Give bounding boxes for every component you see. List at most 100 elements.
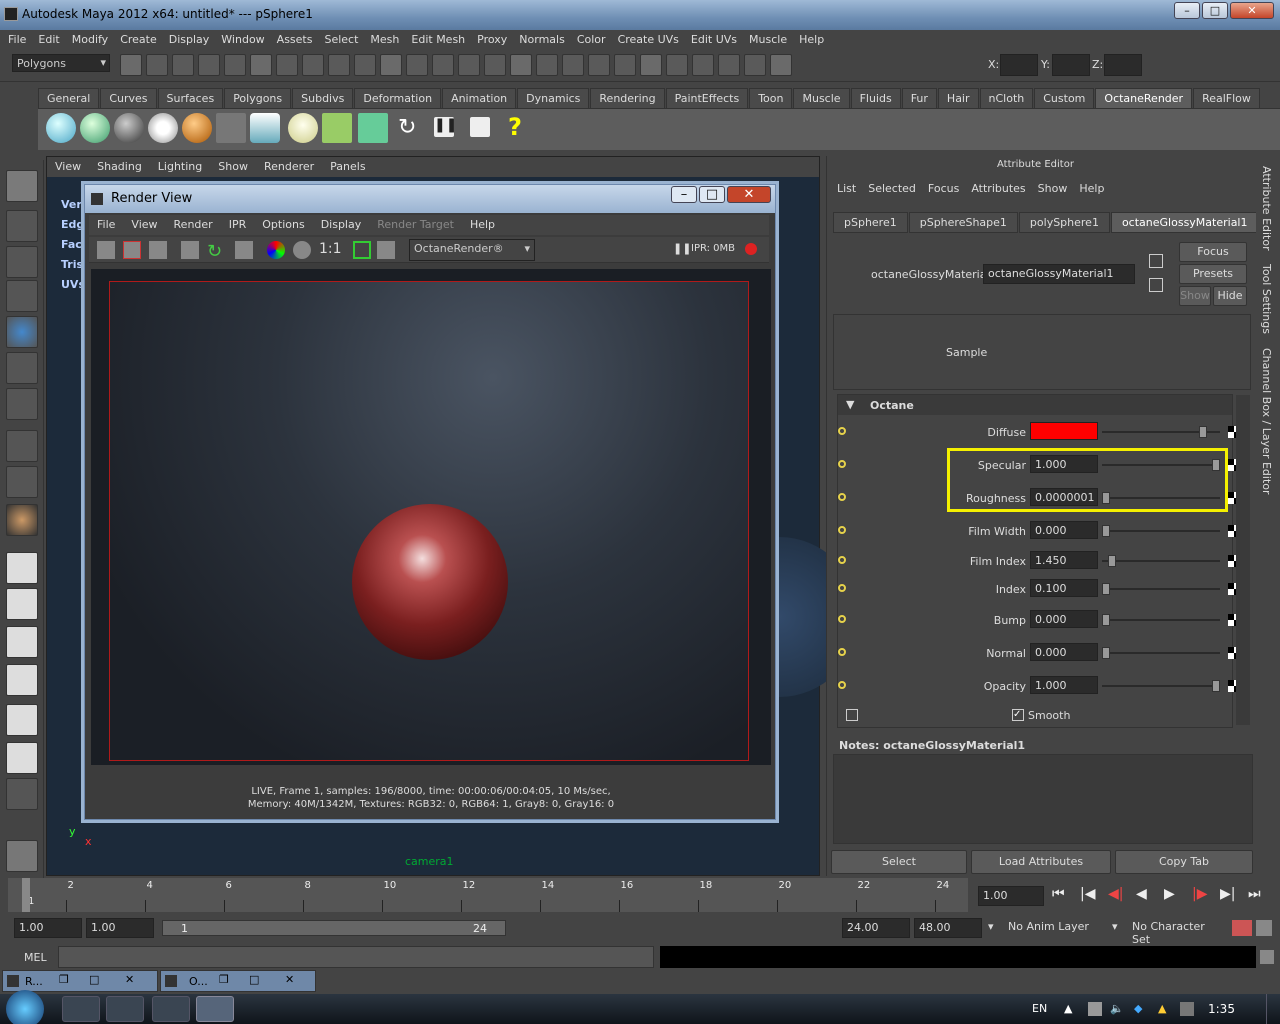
material-name-field[interactable]: octaneGlossyMaterial1 (983, 264, 1135, 284)
record-icon[interactable] (745, 243, 757, 255)
menu-window[interactable]: Window (215, 30, 270, 50)
rv-menu-view[interactable]: View (123, 215, 165, 235)
show-desktop-button[interactable] (1266, 994, 1280, 1024)
step-back-frame-icon[interactable]: ◀| (1108, 886, 1128, 902)
ae-tab-psphere1[interactable]: pSphere1 (833, 212, 908, 233)
attr-slider-diffuse[interactable] (1102, 426, 1220, 438)
shelf-tab-subdivs[interactable]: Subdivs (292, 88, 354, 108)
attr-slider-film-index[interactable] (1102, 555, 1220, 567)
play-backward-icon[interactable]: ◀ (1136, 886, 1156, 902)
menu-mesh[interactable]: Mesh (364, 30, 405, 50)
scale-tool[interactable] (6, 352, 38, 384)
menu-proxy[interactable]: Proxy (471, 30, 513, 50)
clock[interactable]: 1:35 (1208, 1002, 1235, 1016)
map-button-icon[interactable] (838, 526, 846, 534)
start-time-field[interactable]: 1.00 (14, 918, 82, 938)
help-icon[interactable]: ? (508, 113, 522, 141)
status-tool-icon[interactable] (588, 54, 610, 76)
shelf-tab-rendering[interactable]: Rendering (590, 88, 665, 108)
end-time-field[interactable]: 24.00 (842, 918, 910, 938)
paint-tool[interactable] (6, 246, 38, 278)
mode-dropdown[interactable]: Polygons ▾ (12, 54, 110, 72)
select-tool[interactable] (6, 170, 38, 202)
shelf-tab-toon[interactable]: Toon (749, 88, 793, 108)
ipr-icon[interactable] (181, 241, 199, 259)
minimize-button[interactable]: – (1174, 2, 1200, 19)
status-tool-icon[interactable] (718, 54, 740, 76)
range-bar[interactable]: 1 24 (162, 920, 506, 936)
side-tab-tool-settings[interactable]: Tool Settings (1260, 264, 1273, 334)
last-tool[interactable] (6, 466, 38, 498)
chevron-down-icon[interactable]: ▾ (988, 920, 994, 933)
ae-menu-help[interactable]: Help (1073, 180, 1110, 197)
octane-green-sphere-icon[interactable] (80, 113, 110, 143)
slider-knob[interactable] (1102, 583, 1110, 595)
octane-settings-icon[interactable] (148, 113, 178, 143)
shelf-tab-polygons[interactable]: Polygons (224, 88, 292, 108)
drive-icon[interactable]: ▲ (1158, 1002, 1166, 1015)
swatch-icon[interactable] (846, 709, 858, 721)
tray-app-icon[interactable] (1180, 1002, 1194, 1016)
status-tool-icon[interactable] (146, 54, 168, 76)
rv-menu-render[interactable]: Render (166, 215, 221, 235)
viewport-menu-lighting[interactable]: Lighting (150, 157, 210, 177)
pause-ipr-icon[interactable]: ❚❚ (673, 242, 691, 255)
diffuse-color-swatch[interactable] (1030, 422, 1098, 440)
minimized-window-2[interactable]: O... ❐ □ ✕ (160, 970, 316, 992)
status-tool-icon[interactable] (640, 54, 662, 76)
shelf-tab-hair[interactable]: Hair (937, 88, 979, 108)
ae-tab-octaneglossymaterial1[interactable]: octaneGlossyMaterial1 (1110, 212, 1259, 233)
status-tool-icon[interactable] (484, 54, 506, 76)
rv-menu-render-target[interactable]: Render Target (369, 215, 462, 235)
tray-arrow-icon[interactable]: ▲ (1064, 1002, 1072, 1015)
status-tool-icon[interactable] (692, 54, 714, 76)
slider-knob[interactable] (1212, 680, 1220, 692)
menu-muscle[interactable]: Muscle (743, 30, 793, 50)
ae-menu-focus[interactable]: Focus (922, 180, 965, 197)
menu-display[interactable]: Display (163, 30, 216, 50)
presets-button[interactable]: Presets (1179, 264, 1247, 284)
map-button-icon[interactable] (838, 556, 846, 564)
status-tool-icon[interactable] (250, 54, 272, 76)
menu-assets[interactable]: Assets (271, 30, 319, 50)
refresh-icon[interactable]: ↻ (398, 115, 416, 140)
shelf-tab-octanerender[interactable]: OctaneRender (1095, 88, 1193, 108)
layout-hypershade-button[interactable] (6, 704, 38, 736)
layout-four-button[interactable] (6, 588, 38, 620)
utorrent-icon[interactable] (152, 996, 190, 1022)
shelf-tab-general[interactable]: General (38, 88, 100, 108)
move-tool[interactable] (6, 280, 38, 312)
map-button-icon[interactable] (838, 584, 846, 592)
rv-menu-file[interactable]: File (89, 215, 123, 235)
maximize-button[interactable]: □ (1202, 2, 1228, 19)
shelf-tab-dynamics[interactable]: Dynamics (517, 88, 590, 108)
menu-edit-uvs[interactable]: Edit UVs (685, 30, 743, 50)
status-tool-icon[interactable] (536, 54, 558, 76)
keep-image-icon[interactable] (377, 241, 395, 259)
stop-icon[interactable] (470, 117, 490, 137)
status-tool-icon[interactable] (328, 54, 350, 76)
rv-close-button[interactable]: ✕ (727, 186, 771, 203)
status-tool-icon[interactable] (120, 54, 142, 76)
menu-select[interactable]: Select (318, 30, 364, 50)
shelf-tab-curves[interactable]: Curves (100, 88, 157, 108)
step-forward-frame-icon[interactable]: |▶ (1192, 886, 1212, 902)
attr-slider-normal[interactable] (1102, 647, 1220, 659)
pause-icon[interactable]: ❚❚ (434, 117, 457, 137)
shelf-tab-fur[interactable]: Fur (901, 88, 937, 108)
menu-color[interactable]: Color (571, 30, 612, 50)
ae-menu-show[interactable]: Show (1032, 180, 1074, 197)
ae-menu-selected[interactable]: Selected (862, 180, 922, 197)
lasso-tool[interactable] (6, 210, 38, 242)
clapper-icon[interactable] (97, 241, 115, 259)
show-button[interactable]: Show (1179, 286, 1211, 306)
go-to-end-icon[interactable]: ⏭ (1248, 886, 1268, 902)
octane-burst2-icon[interactable] (358, 113, 388, 143)
alpha-channel-icon[interactable] (293, 241, 311, 259)
menu-modify[interactable]: Modify (66, 30, 114, 50)
viewport-menu-shading[interactable]: Shading (89, 157, 150, 177)
menu-normals[interactable]: Normals (513, 30, 571, 50)
viewport-menu-panels[interactable]: Panels (322, 157, 373, 177)
ipr-settings-icon[interactable] (235, 241, 253, 259)
map-button-icon[interactable] (838, 493, 846, 501)
